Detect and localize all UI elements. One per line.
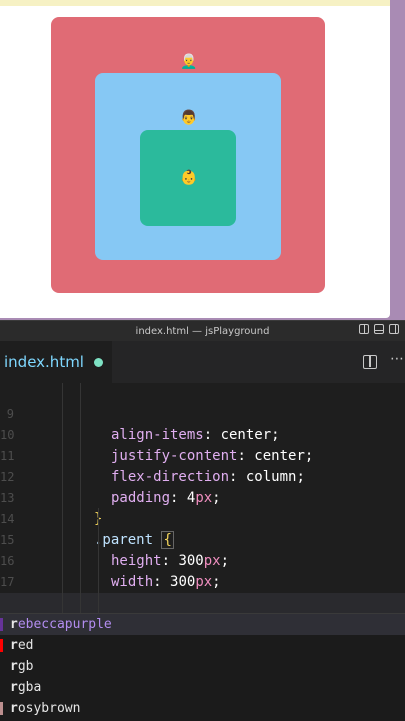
- code-line: 13 }: [0, 467, 405, 527]
- parent-emoji: 👨: [180, 110, 198, 126]
- toggle-panel-icon[interactable]: [374, 324, 384, 334]
- autocomplete-item-red[interactable]: red: [0, 635, 405, 656]
- suggestion-text: gb: [17, 659, 34, 674]
- window-title: index.html — jsPlayground: [135, 325, 270, 337]
- child-emoji: 👶: [180, 170, 198, 186]
- code-line: 12 padding: 4px;: [0, 446, 405, 506]
- unsaved-dot-icon[interactable]: [93, 357, 103, 367]
- match-text: r: [10, 659, 18, 674]
- window-titlebar: index.html — jsPlayground: [0, 320, 405, 341]
- code-line-active[interactable]: 19 color:r: [0, 593, 405, 653]
- indent-guide: [98, 508, 99, 613]
- suggestion-text: gba: [17, 680, 42, 695]
- code-line: 14 .parent {: [0, 488, 405, 549]
- color-swatch-icon: [0, 702, 3, 715]
- autocomplete-item-rgb[interactable]: rgb: [0, 656, 405, 677]
- tab-label: index.html: [4, 353, 84, 371]
- preview-viewport: 👨‍🦳 👨 👶: [0, 0, 390, 318]
- match-text: r: [10, 638, 18, 653]
- suggestion-text: ed: [17, 638, 34, 653]
- code-line: 11 flex-direction: column;: [0, 425, 405, 485]
- autocomplete-item-rgba[interactable]: rgba: [0, 677, 405, 698]
- toggle-secondary-sidebar-icon[interactable]: [389, 324, 399, 334]
- match-text: r: [10, 680, 18, 695]
- code-line: 9 align-items: center;: [0, 383, 405, 443]
- toggle-sidebar-icon[interactable]: [359, 324, 369, 334]
- grandparent-emoji: 👨‍🦳: [180, 54, 198, 70]
- color-swatch-icon: [0, 639, 3, 652]
- autocomplete-item-rosybrown[interactable]: rosybrown: [0, 698, 405, 719]
- autocomplete-list: rebeccapurple red rgb rgba rosybrown: [0, 613, 405, 721]
- code-line: 17 background-color: lightcoral;: [0, 551, 405, 611]
- code-line: 18 border-radius: 8px;: [0, 572, 405, 632]
- code-line: 15 height: 300px;: [0, 509, 405, 569]
- autocomplete-item-rebeccapurple[interactable]: rebeccapurple: [0, 614, 405, 635]
- tab-index-html[interactable]: index.html: [0, 341, 112, 383]
- split-editor-icon[interactable]: [363, 355, 377, 369]
- code-line: 16 width: 300px;: [0, 530, 405, 590]
- preview-top-bar: [0, 0, 390, 6]
- indent-guide: [62, 383, 63, 613]
- suggestion-text: osybrown: [17, 701, 81, 716]
- more-actions-icon[interactable]: ⋯: [390, 351, 404, 367]
- match-text: r: [10, 617, 18, 632]
- code-line: 10 justify-content: center;: [0, 404, 405, 464]
- tab-bar: index.html ⋯: [0, 341, 405, 384]
- match-text: r: [10, 701, 18, 716]
- indent-guide: [80, 383, 81, 613]
- code-editor[interactable]: 9 align-items: center; 10 justify-conten…: [0, 383, 405, 653]
- browser-preview: 👨‍🦳 👨 👶: [0, 0, 405, 320]
- color-swatch-icon: [0, 618, 3, 631]
- suggestion-text: ebeccapurple: [17, 617, 112, 632]
